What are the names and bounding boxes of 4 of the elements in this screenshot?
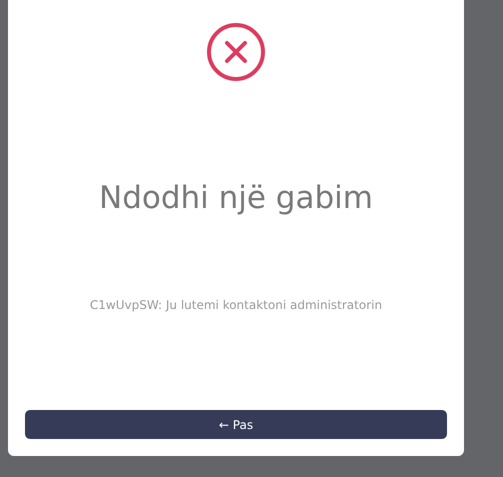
error-message: C1wUvpSW: Ju lutemi kontaktoni administratorin: [90, 298, 382, 312]
back-button[interactable]: ← Pas: [25, 410, 447, 439]
error-title: Ndodhi një gabim: [99, 180, 373, 216]
error-icon: [206, 22, 266, 82]
